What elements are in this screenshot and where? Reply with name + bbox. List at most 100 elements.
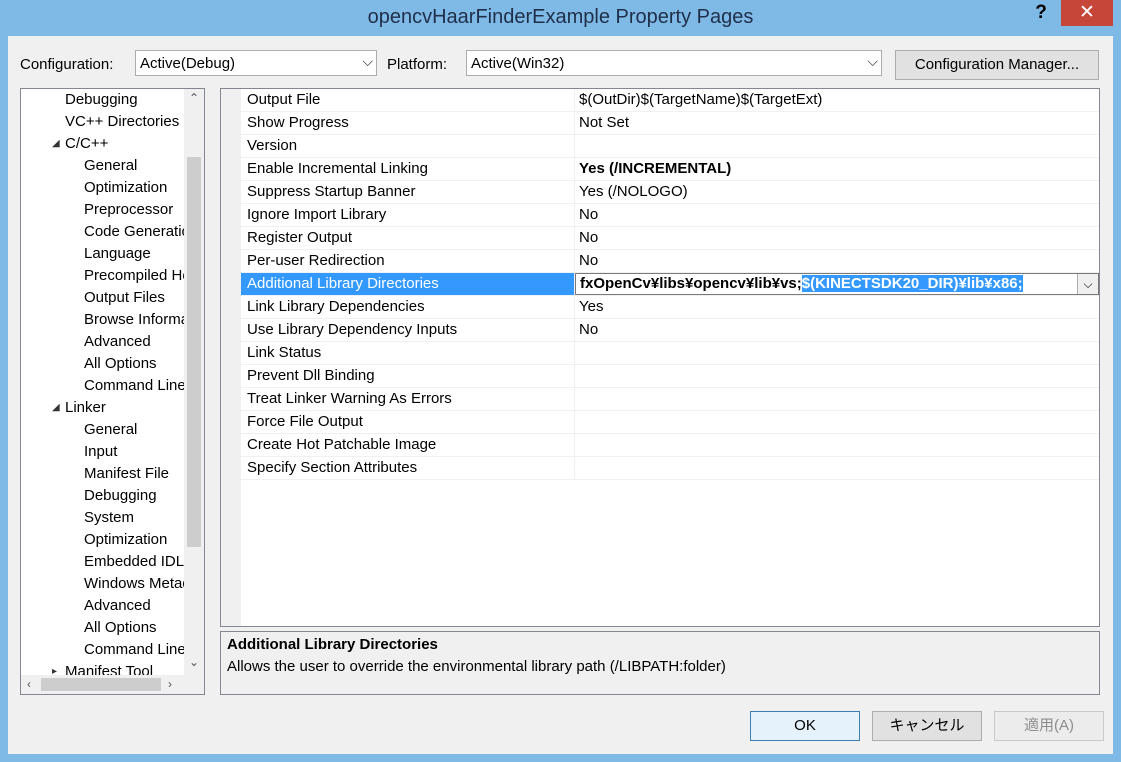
- tree-item[interactable]: General: [84, 155, 137, 177]
- property-row[interactable]: Prevent Dll Binding: [241, 365, 1099, 388]
- property-row[interactable]: Specify Section Attributes: [241, 457, 1099, 480]
- property-row[interactable]: Link Library Dependencies Yes: [241, 296, 1099, 319]
- property-row[interactable]: Treat Linker Warning As Errors: [241, 388, 1099, 411]
- ok-button[interactable]: OK: [750, 711, 860, 741]
- tree-item[interactable]: Command Line: [84, 639, 186, 661]
- property-tree[interactable]: ▸ Manifest Tool Command Line All Options Adv…: [20, 88, 205, 695]
- property-row[interactable]: Use Library Dependency Inputs No: [241, 319, 1099, 342]
- property-value: Yes: [579, 298, 604, 315]
- tree-item[interactable]: Input: [84, 441, 117, 463]
- tree-item[interactable]: Embedded IDL: [84, 551, 184, 573]
- grid-gutter: [221, 89, 241, 626]
- property-row[interactable]: Per-user Redirection No: [241, 250, 1099, 273]
- tree-item[interactable]: Linker: [65, 397, 106, 419]
- property-row[interactable]: Output File $(OutDir)$(TargetName)$(Targe…: [241, 89, 1099, 112]
- expand-caret-icon[interactable]: ◢: [52, 397, 60, 419]
- chevron-down-icon[interactable]: ⌵: [1077, 274, 1098, 294]
- tree-item-label: General: [84, 421, 138, 438]
- property-name: Force File Output: [247, 413, 363, 430]
- title-bar[interactable]: opencvHaarFinderExample Property Pages ?…: [0, 0, 1121, 36]
- tree-item[interactable]: Advanced: [84, 595, 151, 617]
- property-grid[interactable]: Output File $(OutDir)$(TargetName)$(Targe…: [220, 88, 1100, 627]
- column-divider[interactable]: [574, 158, 575, 181]
- column-divider[interactable]: [574, 411, 575, 434]
- tree-item[interactable]: System: [84, 507, 134, 529]
- column-divider[interactable]: [574, 342, 575, 365]
- column-divider[interactable]: [574, 457, 575, 480]
- tree-item-label: C/C++: [65, 135, 109, 152]
- apply-button[interactable]: 適用(A): [994, 711, 1104, 741]
- tree-item-label: Command Line: [84, 377, 186, 394]
- property-row[interactable]: Additional Library Directories fxOpenCv¥l…: [241, 273, 1099, 296]
- property-name: Create Hot Patchable Image: [247, 436, 437, 453]
- column-divider[interactable]: [574, 388, 575, 411]
- tree-item[interactable]: Code Generation: [84, 221, 198, 243]
- column-divider[interactable]: [574, 112, 575, 135]
- description-title: Additional Library Directories: [227, 636, 438, 653]
- property-name: Per-user Redirection: [247, 252, 385, 269]
- chevron-down-icon[interactable]: ⌄: [189, 655, 199, 669]
- property-name: Ignore Import Library: [247, 206, 387, 223]
- tree-item[interactable]: All Options: [84, 617, 157, 639]
- column-divider[interactable]: [574, 135, 575, 158]
- window-title: opencvHaarFinderExample Property Pages: [367, 6, 754, 28]
- column-divider[interactable]: [574, 204, 575, 227]
- tree-item[interactable]: General: [84, 419, 137, 441]
- tree-item[interactable]: Debugging: [65, 89, 138, 111]
- tree-item[interactable]: Advanced: [84, 331, 151, 353]
- tree-item[interactable]: VC++ Directories: [65, 111, 179, 133]
- tree-item-label: Optimization: [84, 531, 168, 548]
- tree-item[interactable]: Optimization: [84, 177, 167, 199]
- property-row[interactable]: Enable Incremental Linking Yes (/INCREMEN…: [241, 158, 1099, 181]
- expand-caret-icon[interactable]: ◢: [52, 133, 60, 155]
- tree-vertical-scrollbar[interactable]: ⌃ ⌄: [184, 89, 204, 675]
- column-divider[interactable]: [574, 296, 575, 319]
- platform-select[interactable]: Active(Win32) ⌵: [466, 50, 882, 76]
- property-row[interactable]: Force File Output: [241, 411, 1099, 434]
- property-row[interactable]: Show Progress Not Set: [241, 112, 1099, 135]
- chevron-up-icon[interactable]: ⌃: [189, 91, 199, 105]
- property-row[interactable]: Link Status: [241, 342, 1099, 365]
- property-row[interactable]: Version: [241, 135, 1099, 158]
- tree-item-label: Optimization: [84, 179, 168, 196]
- property-value-editor[interactable]: fxOpenCv¥libs¥opencv¥lib¥vs;$(KINECTSDK2…: [575, 273, 1099, 295]
- property-row[interactable]: Create Hot Patchable Image: [241, 434, 1099, 457]
- column-divider[interactable]: [574, 89, 575, 112]
- tree-item[interactable]: Debugging: [84, 485, 157, 507]
- tree-hscroll-thumb[interactable]: [41, 678, 161, 691]
- column-divider[interactable]: [574, 365, 575, 388]
- column-divider[interactable]: [574, 227, 575, 250]
- close-button[interactable]: ✕: [1061, 0, 1113, 26]
- tree-item[interactable]: Output Files: [84, 287, 165, 309]
- chevron-down-icon: ⌵: [362, 53, 373, 69]
- help-button[interactable]: ?: [1024, 0, 1058, 26]
- property-row[interactable]: Suppress Startup Banner Yes (/NOLOGO): [241, 181, 1099, 204]
- property-row[interactable]: Register Output No: [241, 227, 1099, 250]
- tree-item[interactable]: Optimization: [84, 529, 167, 551]
- property-name: Enable Incremental Linking: [247, 160, 428, 177]
- tree-horizontal-scrollbar[interactable]: ‹ ›: [21, 675, 204, 694]
- tree-item[interactable]: All Options: [84, 353, 157, 375]
- tree-scroll-thumb[interactable]: [187, 157, 201, 547]
- property-value: [579, 388, 1097, 410]
- property-name: Treat Linker Warning As Errors: [247, 390, 452, 407]
- property-value: [579, 411, 1097, 433]
- tree-item[interactable]: Preprocessor: [84, 199, 173, 221]
- configuration-manager-button[interactable]: Configuration Manager...: [895, 50, 1099, 80]
- tree-item-label: VC++ Directories: [65, 113, 180, 130]
- column-divider[interactable]: [574, 434, 575, 457]
- property-name: Register Output: [247, 229, 353, 246]
- tree-item[interactable]: C/C++: [65, 133, 108, 155]
- column-divider[interactable]: [574, 181, 575, 204]
- chevron-right-icon[interactable]: ›: [168, 677, 172, 691]
- column-divider[interactable]: [574, 250, 575, 273]
- property-row[interactable]: Ignore Import Library No: [241, 204, 1099, 227]
- chevron-left-icon[interactable]: ‹: [27, 677, 31, 691]
- column-divider[interactable]: [574, 319, 575, 342]
- configuration-select[interactable]: Active(Debug) ⌵: [135, 50, 377, 76]
- cancel-button[interactable]: キャンセル: [872, 711, 982, 741]
- tree-item[interactable]: Command Line: [84, 375, 186, 397]
- tree-item[interactable]: Manifest File: [84, 463, 169, 485]
- tree-item[interactable]: Language: [84, 243, 151, 265]
- tree-item-label: Advanced: [84, 597, 151, 614]
